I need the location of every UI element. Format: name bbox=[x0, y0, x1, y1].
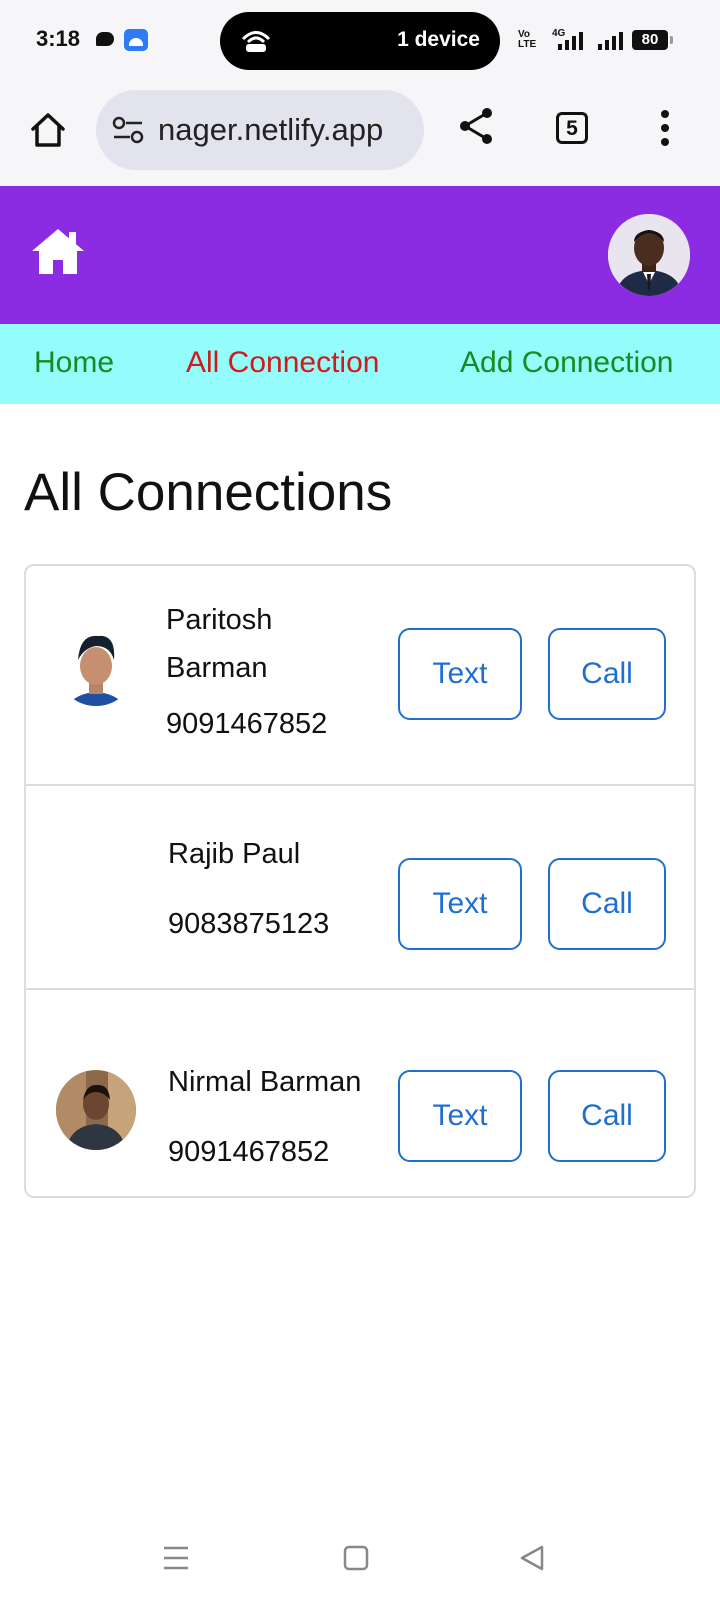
home-square-icon[interactable] bbox=[342, 1544, 370, 1572]
contact-phone: 9091467852 bbox=[168, 1136, 330, 1168]
house-icon[interactable] bbox=[30, 226, 86, 276]
text-button[interactable]: Text bbox=[398, 628, 522, 720]
profile-avatar-image bbox=[608, 214, 690, 296]
status-time: 3:18 bbox=[36, 26, 81, 51]
contact-name-last: Barman bbox=[166, 652, 268, 684]
profile-avatar[interactable] bbox=[608, 214, 690, 296]
back-icon[interactable] bbox=[518, 1544, 546, 1572]
signal-icon bbox=[558, 30, 583, 50]
more-vert-icon[interactable] bbox=[660, 108, 670, 148]
signal-icon bbox=[598, 30, 623, 50]
battery-icon: 80 bbox=[632, 30, 673, 50]
chat-icon bbox=[96, 32, 114, 46]
call-button[interactable]: Call bbox=[548, 858, 666, 950]
nav-all-connection[interactable]: All Connection bbox=[186, 346, 379, 380]
avatar bbox=[56, 626, 136, 706]
contact-phone: 9091467852 bbox=[166, 708, 328, 740]
contact-phone: 9083875123 bbox=[168, 908, 330, 940]
url-text: nager.netlify.app bbox=[158, 112, 384, 147]
list-item: Rajib Paul 9083875123 Text Call bbox=[26, 784, 694, 990]
text-button[interactable]: Text bbox=[398, 858, 522, 950]
list-item: Nirmal Barman 9091467852 Text Call bbox=[26, 988, 694, 1196]
system-nav-bar bbox=[0, 1520, 720, 1600]
site-settings-icon[interactable] bbox=[112, 116, 144, 144]
top-nav: Home All Connection Add Connection bbox=[0, 324, 720, 404]
contact-name: Paritosh Barman bbox=[166, 596, 272, 692]
avatar bbox=[56, 1070, 136, 1150]
avatar-image bbox=[56, 1070, 136, 1150]
tabs-icon[interactable]: 5 bbox=[556, 112, 588, 144]
text-button[interactable]: Text bbox=[398, 1070, 522, 1162]
lte-label: LTE bbox=[518, 39, 537, 50]
hotspot-icon bbox=[241, 31, 271, 52]
home-icon[interactable] bbox=[28, 110, 68, 150]
tab-count: 5 bbox=[566, 117, 578, 140]
avatar-image bbox=[56, 626, 136, 706]
app-header bbox=[0, 186, 720, 324]
volte-indicator: Vo LTE bbox=[518, 30, 536, 50]
browser-toolbar: nager.netlify.app 5 bbox=[0, 84, 720, 187]
recents-icon[interactable] bbox=[162, 1544, 190, 1572]
android-icon bbox=[124, 29, 148, 51]
list-item: Paritosh Barman 9091467852 Text Call bbox=[26, 566, 694, 786]
share-icon[interactable] bbox=[456, 106, 496, 146]
nav-add-connection[interactable]: Add Connection bbox=[460, 346, 674, 380]
contact-name: Nirmal Barman bbox=[168, 1066, 362, 1098]
page-title: All Connections bbox=[24, 463, 393, 522]
nav-home[interactable]: Home bbox=[34, 346, 114, 380]
hotspot-pill[interactable]: 1 device bbox=[220, 12, 500, 70]
status-bar: 3:18 1 device Vo LTE 4G 80 bbox=[0, 0, 720, 84]
call-button[interactable]: Call bbox=[548, 628, 666, 720]
hotspot-text: 1 device bbox=[397, 28, 480, 51]
url-bar[interactable]: nager.netlify.app bbox=[96, 90, 424, 170]
contact-name: Rajib Paul bbox=[168, 838, 301, 870]
battery-level: 80 bbox=[641, 31, 659, 48]
contact-name-first: Paritosh bbox=[166, 604, 273, 636]
call-button[interactable]: Call bbox=[548, 1070, 666, 1162]
connections-card: Paritosh Barman 9091467852 Text Call Raj… bbox=[24, 564, 696, 1198]
